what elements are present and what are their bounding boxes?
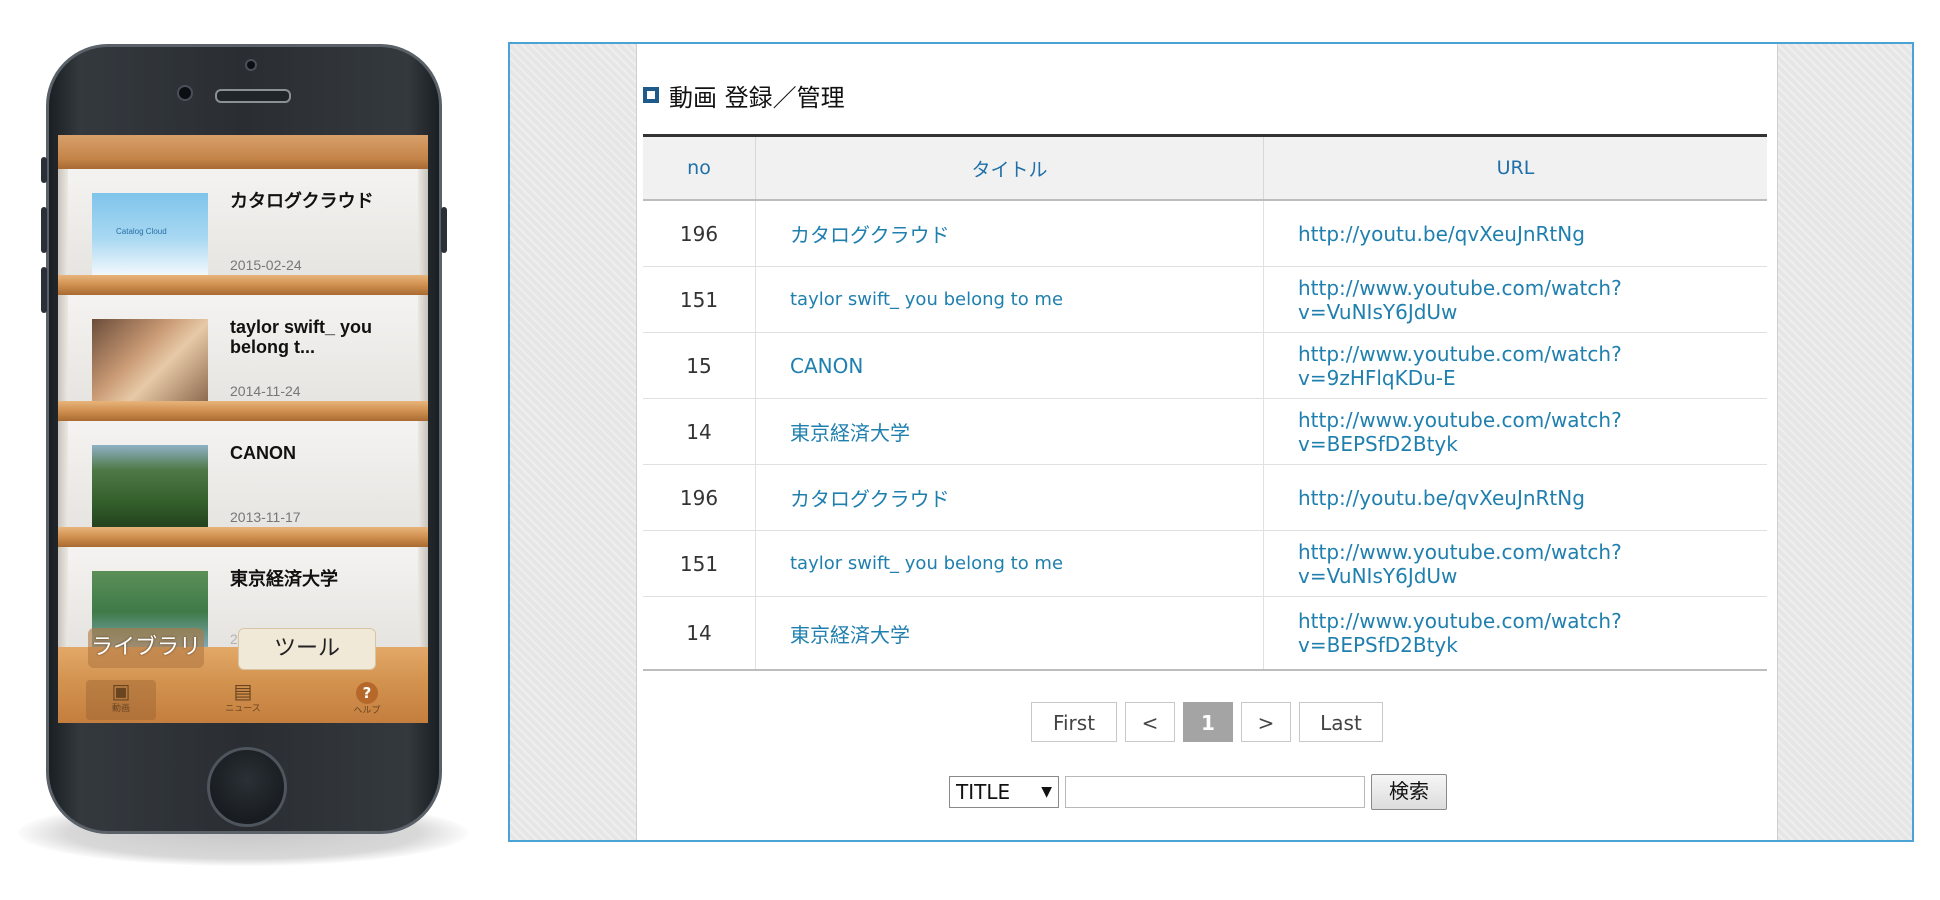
power-button	[441, 207, 447, 253]
row-url-link[interactable]: http://www.youtube.com/watch?v=VuNIsY6Jd…	[1263, 266, 1767, 333]
row-no: 151	[643, 530, 756, 597]
search-row: TITLE ▼ 検索	[949, 774, 1447, 810]
video-title: taylor swift_ you belong t...	[230, 317, 373, 357]
row-title-link[interactable]: taylor swift_ you belong to me	[755, 266, 1264, 333]
admin-content: 動画 登録／管理 no タイトル URL 196 カタログクラウド http:/…	[636, 44, 1778, 840]
library-segment-button[interactable]: ライブラリ	[88, 628, 204, 668]
row-url-link[interactable]: http://www.youtube.com/watch?v=VuNIsY6Jd…	[1263, 530, 1767, 597]
video-date: 2013-11-17	[230, 509, 301, 525]
video-date: 2015-02-24	[230, 257, 302, 273]
table-row: 151 taylor swift_ you belong to me http:…	[643, 266, 1767, 333]
volume-down-button	[41, 267, 47, 313]
column-header-no[interactable]: no	[643, 135, 756, 201]
next-page-button[interactable]: >	[1241, 702, 1291, 742]
row-no: 196	[643, 464, 756, 531]
video-table: no タイトル URL 196 カタログクラウド http://youtu.be…	[643, 134, 1767, 671]
page-title: 動画 登録／管理	[669, 83, 845, 112]
video-title: カタログクラウド	[230, 191, 374, 211]
table-row: 151 taylor swift_ you belong to me http:…	[643, 530, 1767, 597]
table-row: 14 東京経済大学 http://www.youtube.com/watch?v…	[643, 398, 1767, 465]
row-no: 151	[643, 266, 756, 333]
catalog-cloud-thumbnail: Catalog Cloud	[92, 193, 208, 275]
video-date: 2014-11-24	[230, 383, 301, 399]
phone-screen: Catalog Cloud カタログクラウド 2015-02-24 taylor…	[58, 135, 428, 723]
search-input[interactable]	[1065, 776, 1365, 808]
square-bullet-icon	[643, 87, 659, 103]
video-list-item[interactable]: Catalog Cloud カタログクラウド 2015-02-24	[58, 169, 428, 295]
clipboard-icon: ▤	[233, 679, 253, 703]
shelf-board	[58, 527, 428, 547]
table-row: 15 CANON http://www.youtube.com/watch?v=…	[643, 332, 1767, 399]
video-list-item[interactable]: CANON 2013-11-17	[58, 421, 428, 547]
row-title-link[interactable]: taylor swift_ you belong to me	[755, 530, 1264, 597]
row-no: 14	[643, 398, 756, 465]
section-title: 動画 登録／管理	[643, 80, 845, 112]
home-button[interactable]	[207, 747, 287, 827]
mute-switch	[41, 157, 47, 183]
row-url-link[interactable]: http://www.youtube.com/watch?v=BEPSfD2Bt…	[1263, 596, 1767, 671]
tab-news[interactable]: ▤ ニュース	[208, 680, 278, 720]
table-row: 196 カタログクラウド http://youtu.be/qvXeuJnRtNg	[643, 200, 1767, 267]
row-url-link[interactable]: http://www.youtube.com/watch?v=9zHFlqKDu…	[1263, 332, 1767, 399]
front-camera-icon	[245, 59, 257, 71]
video-list-item[interactable]: taylor swift_ you belong t... 2014-11-24	[58, 295, 428, 421]
video-title: 東京経済大学	[230, 569, 338, 589]
tab-videos[interactable]: ▣ 動画	[86, 680, 156, 720]
search-button[interactable]: 検索	[1371, 774, 1447, 810]
chevron-down-icon: ▼	[1041, 784, 1052, 800]
video-title: CANON	[230, 443, 296, 463]
last-page-button[interactable]: Last	[1299, 702, 1383, 742]
help-icon: ?	[356, 682, 378, 704]
row-url-link[interactable]: http://www.youtube.com/watch?v=BEPSfD2Bt…	[1263, 398, 1767, 465]
canon-thumbnail	[92, 445, 208, 527]
column-header-title[interactable]: タイトル	[755, 135, 1264, 201]
row-title-link[interactable]: カタログクラウド	[755, 200, 1264, 267]
row-title-link[interactable]: 東京経済大学	[755, 596, 1264, 671]
tools-segment-button[interactable]: ツール	[238, 628, 376, 670]
row-title-link[interactable]: カタログクラウド	[755, 464, 1264, 531]
row-title-link[interactable]: CANON	[755, 332, 1264, 399]
tab-help[interactable]: ? ヘルプ	[332, 680, 402, 720]
current-page-button[interactable]: 1	[1183, 702, 1233, 742]
row-no: 15	[643, 332, 756, 399]
shelf-board	[58, 401, 428, 421]
film-icon: ▣	[111, 679, 131, 703]
shelf-board	[58, 275, 428, 295]
row-url-link[interactable]: http://youtu.be/qvXeuJnRtNg	[1263, 464, 1767, 531]
earpiece-speaker	[215, 89, 291, 103]
prev-page-button[interactable]: <	[1125, 702, 1175, 742]
table-header-row: no タイトル URL	[643, 135, 1767, 201]
taylor-swift-thumbnail	[92, 319, 208, 401]
column-header-url[interactable]: URL	[1263, 135, 1767, 201]
search-field-select[interactable]: TITLE ▼	[949, 776, 1059, 808]
row-title-link[interactable]: 東京経済大学	[755, 398, 1264, 465]
sensor-icon	[177, 85, 193, 101]
row-no: 14	[643, 596, 756, 671]
row-url-link[interactable]: http://youtu.be/qvXeuJnRtNg	[1263, 200, 1767, 267]
admin-panel: 動画 登録／管理 no タイトル URL 196 カタログクラウド http:/…	[508, 42, 1914, 842]
volume-up-button	[41, 207, 47, 253]
table-row: 14 東京経済大学 http://www.youtube.com/watch?v…	[643, 596, 1767, 671]
pagination: First < 1 > Last	[637, 702, 1777, 742]
table-row: 196 カタログクラウド http://youtu.be/qvXeuJnRtNg	[643, 464, 1767, 531]
shelf-top	[58, 135, 428, 169]
first-page-button[interactable]: First	[1031, 702, 1117, 742]
row-no: 196	[643, 200, 756, 267]
